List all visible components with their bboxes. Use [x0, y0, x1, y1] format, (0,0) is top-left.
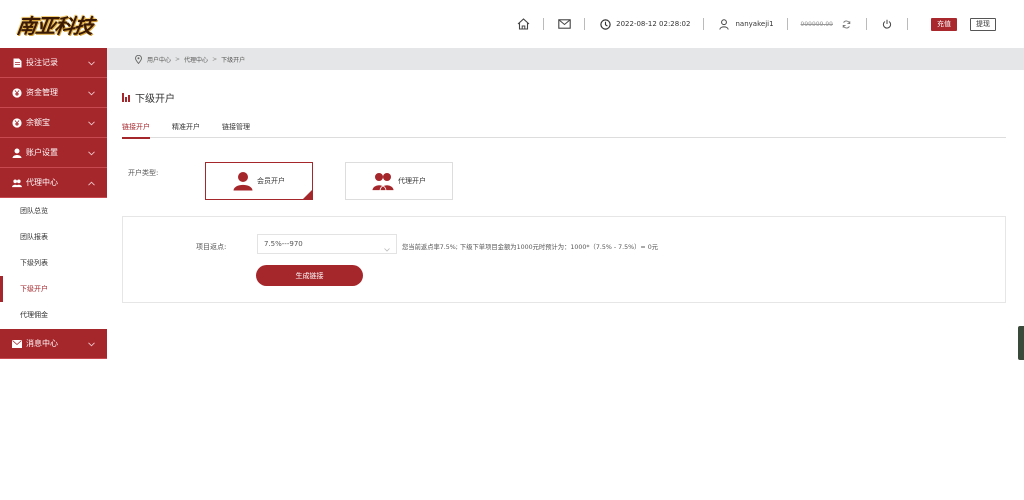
- username-text[interactable]: nanyakeji1: [735, 20, 773, 28]
- sidebar-item-label: 代理中心: [26, 178, 58, 187]
- sidebar-item-label: 资金管理: [26, 88, 58, 97]
- power-icon[interactable]: [880, 17, 894, 31]
- user-icon: [12, 148, 22, 158]
- chevron-down-icon: [88, 89, 95, 98]
- rebate-select[interactable]: 7.5%---970: [257, 234, 397, 254]
- sidebar-item-bet-records[interactable]: 投注记录: [0, 48, 107, 78]
- side-scroll-handle[interactable]: [1018, 326, 1024, 360]
- sidebar-item-agent-center[interactable]: 代理中心: [0, 168, 107, 198]
- rebate-hint-text: 您当前返点率7.5%; 下级下单项目金额为1000元时预计为：1000*（7.5…: [402, 244, 658, 251]
- sidebar-item-yuebao[interactable]: 余额宝: [0, 108, 107, 138]
- top-right-toolbar: 2022-08-12 02:28:02 nanyakeji1 999999.99…: [516, 16, 996, 32]
- main-content: 下级开户 链接开户 精准开户 链接管理 开户类型: 会员开户 代理开户 项目返点…: [107, 70, 1024, 500]
- sidebar-item-account-settings[interactable]: 账户设置: [0, 138, 107, 168]
- tab-link-management[interactable]: 链接管理: [222, 122, 250, 138]
- users-icon: [372, 171, 394, 191]
- divider: [703, 18, 705, 30]
- divider: [543, 18, 545, 30]
- chevron-up-icon: [88, 179, 95, 188]
- rebate-form-panel: 项目返点: 7.5%---970 您当前返点率7.5%; 下级下单项目金额为10…: [122, 216, 1006, 303]
- member-account-option[interactable]: 会员开户: [205, 162, 313, 200]
- divider: [866, 18, 867, 30]
- datetime-text: 2022-08-12 02:28:02: [616, 20, 691, 28]
- sidebar-subitem-agent-commission[interactable]: 代理佣金: [0, 302, 107, 328]
- sidebar-item-label: 余额宝: [26, 118, 50, 127]
- sidebar-subitem-subordinate-list[interactable]: 下级列表: [0, 250, 107, 276]
- document-icon: [12, 58, 22, 68]
- users-icon: [12, 178, 22, 188]
- sidebar: 投注记录 资金管理 余额宝 账户设置 代理中心 团队总览 团队报表 下级列表 下…: [0, 48, 107, 500]
- refresh-icon[interactable]: [839, 17, 853, 31]
- divider: [786, 18, 788, 30]
- account-type-label: 开户类型:: [128, 169, 159, 177]
- chevron-down-icon: [88, 119, 95, 128]
- sidebar-subitem-open-account[interactable]: 下级开户: [0, 276, 107, 302]
- tab-bar: 链接开户 精准开户 链接管理: [122, 122, 1006, 139]
- location-pin-icon: [133, 52, 143, 66]
- user-icon: [717, 17, 731, 31]
- chevron-down-icon: [88, 59, 95, 68]
- tab-link-open[interactable]: 链接开户: [122, 122, 150, 139]
- clock-icon: [598, 17, 612, 31]
- breadcrumb-separator: >: [212, 55, 218, 63]
- breadcrumb-item-current: 下级开户: [221, 56, 246, 64]
- logo[interactable]: 南亚科技: [14, 8, 96, 40]
- sidebar-item-funds[interactable]: 资金管理: [0, 78, 107, 108]
- sidebar-item-label: 消息中心: [26, 339, 58, 348]
- breadcrumb-item[interactable]: 用户中心: [147, 55, 171, 64]
- mail-icon: [12, 339, 22, 349]
- agent-account-option[interactable]: 代理开户: [345, 162, 453, 200]
- chevron-down-icon: [384, 241, 390, 259]
- divider: [907, 18, 908, 30]
- member-account-label: 会员开户: [257, 177, 285, 185]
- rebate-label: 项目返点:: [196, 243, 227, 251]
- chevron-down-icon: [88, 149, 95, 158]
- sidebar-item-label: 投注记录: [26, 58, 58, 67]
- divider: [584, 18, 586, 30]
- sidebar-item-message-center[interactable]: 消息中心: [0, 329, 107, 359]
- yen-coin-icon: [12, 117, 22, 128]
- balance-text: 999999.99: [800, 20, 833, 28]
- generate-link-button[interactable]: 生成链接: [256, 265, 363, 286]
- withdraw-button[interactable]: 提现: [970, 17, 996, 31]
- breadcrumb: 用户中心 > 代理中心 > 下级开户: [107, 48, 1024, 70]
- rebate-select-value: 7.5%---970: [264, 240, 303, 248]
- agent-account-label: 代理开户: [398, 177, 426, 185]
- user-icon: [233, 171, 253, 191]
- logo-text: 南亚科技: [15, 13, 95, 38]
- page-title-text: 下级开户: [135, 94, 175, 105]
- yen-coin-icon: [12, 87, 22, 98]
- home-icon[interactable]: [516, 17, 530, 31]
- top-bar: 南亚科技 2022-08-12 02:28:02 nanyakeji1 9999…: [0, 0, 1024, 48]
- recharge-button[interactable]: 充值: [931, 17, 957, 31]
- mail-icon[interactable]: [557, 17, 571, 31]
- sidebar-item-label: 账户设置: [26, 148, 58, 157]
- breadcrumb-item[interactable]: 代理中心: [184, 55, 208, 64]
- sidebar-subitem-team-overview[interactable]: 团队总览: [0, 198, 107, 224]
- tab-precise-open[interactable]: 精准开户: [172, 122, 200, 138]
- page-title: 下级开户: [122, 90, 175, 105]
- sidebar-subitem-team-report[interactable]: 团队报表: [0, 224, 107, 250]
- chevron-down-icon: [88, 340, 95, 349]
- bar-chart-icon: [122, 93, 130, 102]
- breadcrumb-separator: >: [175, 55, 181, 63]
